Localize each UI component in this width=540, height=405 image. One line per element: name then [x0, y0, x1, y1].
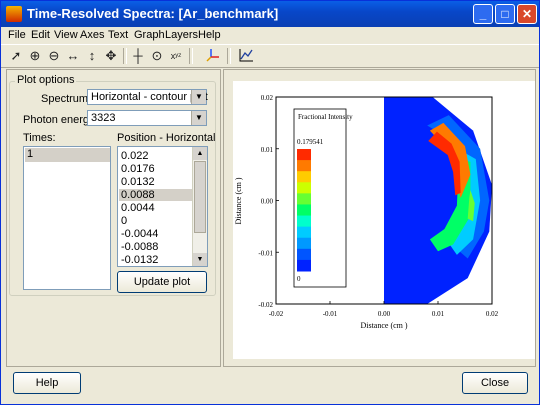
maximize-button[interactable]: □ — [495, 4, 515, 24]
colorbar-swatch — [297, 237, 311, 250]
contour-plot: -0.02 -0.01 0.00 0.01 0.02 0.02 0.01 0.00 -0.01 -… — [234, 94, 499, 330]
menu-graph[interactable]: Graph — [134, 29, 165, 41]
menu-help[interactable]: Help — [198, 29, 221, 41]
y-tick-label: 0.00 — [261, 198, 274, 206]
zoom-in-icon[interactable]: ⊕ — [26, 47, 44, 65]
y-axis-label: Distance (cm ) — [234, 177, 243, 224]
line-plot-icon[interactable] — [237, 47, 255, 65]
update-plot-button[interactable]: Update plot — [117, 271, 207, 293]
positions-list[interactable]: 0.022 0.0176 0.0132 0.0088 0.0044 0 -0.0… — [117, 146, 208, 267]
colorbar-swatch — [297, 204, 311, 217]
minimize-button[interactable]: _ — [473, 4, 493, 24]
photon-energy-value: 3323 — [91, 112, 116, 124]
legend-title: Fractional Intensity — [298, 113, 353, 121]
contour-regions — [384, 97, 492, 304]
menu-edit[interactable]: Edit — [31, 29, 50, 41]
scroll-up-icon[interactable]: ▲ — [193, 147, 207, 160]
y-tick-label: -0.01 — [258, 249, 273, 257]
list-item[interactable]: 1 — [25, 148, 110, 162]
app-icon — [6, 6, 22, 22]
colorbar-swatch — [297, 193, 311, 205]
zoom-out-icon[interactable]: ⊖ — [45, 47, 63, 65]
chevron-down-icon[interactable]: ▼ — [191, 90, 206, 104]
y-tick-label: 0.02 — [261, 94, 274, 102]
x-axis-label: Distance (cm ) — [360, 321, 407, 330]
photon-energy-select[interactable]: 3323 ▼ — [87, 110, 207, 126]
colorbar-swatch — [297, 226, 311, 239]
colorbar-swatch — [297, 149, 311, 161]
x-tick-label: -0.02 — [269, 310, 284, 318]
spectrum-label: Spectrum: — [41, 93, 92, 105]
toolbar: ➚ ⊕ ⊖ ↔ ↕ ✥ ┼ ⊙ xʸᶻ — [1, 44, 539, 68]
y-tick-label: 0.01 — [261, 146, 274, 154]
colorbar-swatch — [297, 215, 311, 228]
legend-min: 0 — [297, 275, 301, 283]
colorbar-swatch — [297, 248, 311, 261]
menu-axes[interactable]: Axes — [80, 29, 104, 41]
axes-3d-icon[interactable] — [204, 47, 222, 65]
chevron-down-icon[interactable]: ▼ — [191, 111, 206, 125]
plot-area: -0.02 -0.01 0.00 0.01 0.02 0.02 0.01 0.00 -0.01 -… — [233, 81, 535, 359]
app-window: Time-Resolved Spectra: [Ar_benchmark] _ … — [0, 0, 540, 405]
spectrum-select[interactable]: Horizontal - contour plot ▼ — [87, 89, 208, 105]
pointer-icon[interactable]: ➚ — [7, 47, 25, 65]
times-list[interactable]: 1 — [23, 146, 111, 290]
menu-file[interactable]: File — [8, 29, 26, 41]
toolbar-separator — [189, 48, 193, 64]
x-tick-label: 0.00 — [378, 310, 391, 318]
close-window-button[interactable]: ✕ — [517, 4, 537, 24]
list-item[interactable]: 0.022 — [121, 150, 149, 162]
y-tick-label: -0.02 — [258, 301, 273, 309]
x-tick-label: 0.02 — [486, 310, 499, 318]
x-tick-label: 0.01 — [432, 310, 445, 318]
colorbar-swatch — [297, 259, 311, 272]
x-tick-label: -0.01 — [323, 310, 338, 318]
scroll-down-icon[interactable]: ▼ — [193, 253, 207, 266]
list-item-selected[interactable]: 0.0088 — [119, 189, 194, 201]
toolbar-separator — [227, 48, 231, 64]
crosshair-icon[interactable]: ┼ — [129, 47, 147, 65]
colorbar-swatch — [297, 171, 311, 183]
colorbar-swatch — [297, 182, 311, 194]
position-label: Position - Horizontal — [117, 132, 216, 144]
pan-both-icon[interactable]: ✥ — [102, 47, 120, 65]
toolbar-separator — [123, 48, 127, 64]
pan-horizontal-icon[interactable]: ↔ — [64, 47, 82, 65]
help-button[interactable]: Help — [13, 372, 81, 394]
scroll-thumb[interactable] — [194, 161, 206, 233]
list-item[interactable]: -0.0044 — [121, 228, 158, 240]
list-item[interactable]: 0.0044 — [121, 202, 155, 214]
menu-text[interactable]: Text — [108, 29, 128, 41]
list-item[interactable]: -0.0132 — [121, 254, 158, 266]
menu-layers[interactable]: Layers — [165, 29, 198, 41]
legend-max: 0.179541 — [297, 138, 324, 146]
target-icon[interactable]: ⊙ — [148, 47, 166, 65]
menu-bar: File Edit View Axes Text Graph Layers He… — [1, 27, 539, 44]
colorbar-swatch — [297, 160, 311, 172]
list-item[interactable]: -0.0088 — [121, 241, 158, 253]
menu-view[interactable]: View — [54, 29, 78, 41]
positions-scrollbar[interactable]: ▲ ▼ — [192, 147, 207, 266]
close-button[interactable]: Close — [462, 372, 528, 394]
times-label: Times: — [23, 132, 56, 144]
plot-options-label: Plot options — [15, 74, 77, 86]
window-title: Time-Resolved Spectra: [Ar_benchmark] — [27, 6, 279, 21]
colorbar — [297, 149, 311, 272]
pan-vertical-icon[interactable]: ↕ — [83, 47, 101, 65]
list-item[interactable]: 0.0176 — [121, 163, 155, 175]
title-bar[interactable]: Time-Resolved Spectra: [Ar_benchmark] _ … — [1, 1, 539, 27]
list-item[interactable]: 0.0132 — [121, 176, 155, 188]
xyz-icon[interactable]: xʸᶻ — [167, 47, 185, 65]
list-item[interactable]: 0 — [121, 215, 127, 227]
